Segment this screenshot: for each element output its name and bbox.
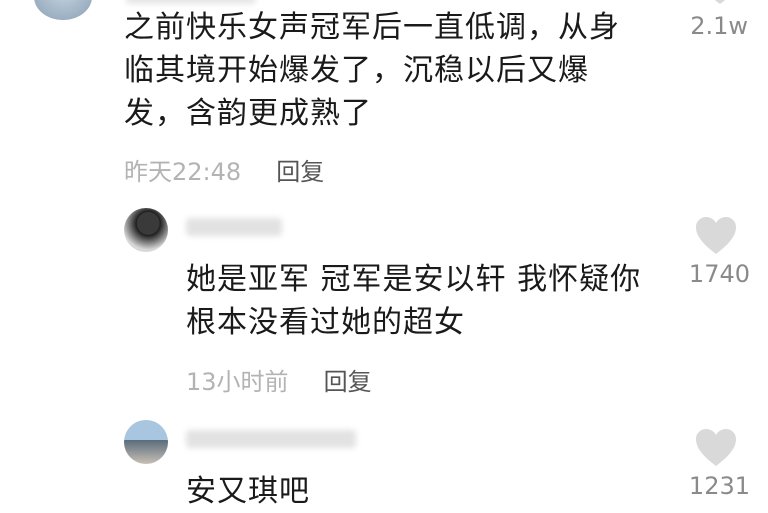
reply-button[interactable]: 回复 [276,158,324,186]
avatar[interactable] [34,0,92,20]
comment-line: 发，含韵更成熟了 [124,96,372,131]
like-count: 1231 [688,472,750,500]
like-count: 1740 [688,260,750,288]
like-button[interactable] [694,216,744,260]
heart-icon [696,217,736,254]
username-blurred[interactable] [186,430,356,448]
comment-meta: 13小时前 回复 [186,362,372,397]
heart-icon [696,429,736,466]
timestamp: 昨天22:48 [124,158,242,186]
username-blurred[interactable] [186,218,282,236]
like-count: 2.1w [690,12,748,40]
comment-line: 安又琪吧 [186,474,310,509]
comment-meta: 昨天22:48 回复 [124,152,324,187]
comment-text: 她是亚军 冠军是安以轩 我怀疑你 根本没看过她的超女 [186,258,666,344]
comment-line: 之前快乐女声冠军后一直低调，从身 [124,10,620,45]
avatar[interactable] [124,208,168,252]
timestamp: 13小时前 [186,368,289,396]
comment-text: 之前快乐女声冠军后一直低调，从身 临其境开始爆发了，沉稳以后又爆 发，含韵更成熟… [124,6,664,135]
heart-icon [714,0,726,4]
like-button[interactable] [694,428,744,472]
reply-button[interactable]: 回复 [324,368,372,396]
comment-line: 她是亚军 冠军是安以轩 我怀疑你 [186,262,642,297]
comment-text: 安又琪吧 [186,470,666,513]
avatar[interactable] [124,420,168,464]
comment-line: 根本没看过她的超女 [186,305,465,340]
comment-line: 临其境开始爆发了，沉稳以后又爆 [124,53,589,88]
username-blurred[interactable] [126,0,256,4]
